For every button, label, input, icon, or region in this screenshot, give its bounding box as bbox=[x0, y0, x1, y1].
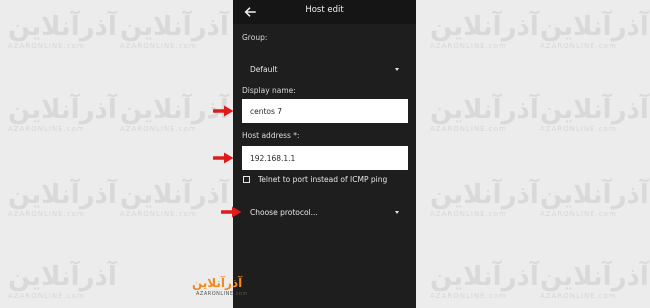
protocol-select-placeholder: Choose protocol... bbox=[250, 207, 318, 217]
protocol-select[interactable]: Choose protocol... bbox=[242, 204, 408, 220]
host-address-field[interactable]: 192.168.1.1 bbox=[242, 146, 408, 170]
brand-logo-text: آذرآنلاین bbox=[192, 276, 243, 290]
brand-logo-subtext: AZARONLINE.com bbox=[196, 291, 248, 297]
watermark-text: آذرآنلاین AZARONLINE.com bbox=[8, 262, 117, 300]
watermark-text: آذرآنلاین AZARONLINE.com bbox=[8, 180, 117, 218]
brand-logo: آذرآنلاین AZARONLINE.com bbox=[186, 276, 256, 300]
watermark-text: آذرآنلاین AZARONLINE.com bbox=[120, 180, 229, 218]
caret-down-icon bbox=[395, 210, 399, 214]
red-arrow-icon bbox=[221, 206, 242, 218]
display-name-value: centos 7 bbox=[250, 106, 283, 116]
watermark-text: آذرآنلاین AZARONLINE.com bbox=[540, 95, 649, 133]
watermark-text: آذرآنلاین AZARONLINE.com bbox=[8, 12, 117, 50]
red-arrow-icon bbox=[213, 152, 234, 164]
display-name-field[interactable]: centos 7 bbox=[242, 99, 408, 123]
host-edit-screen: Host edit Group: Default Display name: c… bbox=[233, 0, 416, 308]
watermark-text: آذرآنلاین AZARONLINE.com bbox=[540, 12, 649, 50]
watermark-text: آذرآنلاین AZARONLINE.com bbox=[430, 262, 539, 300]
group-label: Group: bbox=[242, 33, 268, 42]
host-address-value: 192.168.1.1 bbox=[250, 153, 296, 163]
host-address-label: Host address *: bbox=[242, 131, 300, 140]
group-select-value: Default bbox=[250, 64, 278, 74]
watermark-text: آذرآنلاین AZARONLINE.com bbox=[430, 95, 539, 133]
red-arrow-icon bbox=[213, 105, 234, 117]
watermark-text: آذرآنلاین AZARONLINE.com bbox=[430, 12, 539, 50]
watermark-text: آذرآنلاین AZARONLINE.com bbox=[430, 180, 539, 218]
page-title: Host edit bbox=[305, 5, 344, 15]
watermark-text: آذرآنلاین AZARONLINE.com bbox=[120, 12, 229, 50]
watermark-text: آذرآنلاین AZARONLINE.com bbox=[8, 95, 117, 133]
display-name-label: Display name: bbox=[242, 86, 296, 95]
watermark-text: آذرآنلاین AZARONLINE.com bbox=[540, 180, 649, 218]
telnet-checkbox-row[interactable]: Telnet to port instead of ICMP ping bbox=[242, 175, 387, 184]
group-select[interactable]: Default bbox=[242, 61, 408, 77]
telnet-checkbox-label: Telnet to port instead of ICMP ping bbox=[258, 175, 388, 184]
app-bar: Host edit bbox=[233, 0, 416, 24]
caret-down-icon bbox=[395, 67, 399, 71]
telnet-checkbox[interactable] bbox=[243, 176, 250, 183]
watermark-text: آذرآنلاین AZARONLINE.com bbox=[540, 262, 649, 300]
